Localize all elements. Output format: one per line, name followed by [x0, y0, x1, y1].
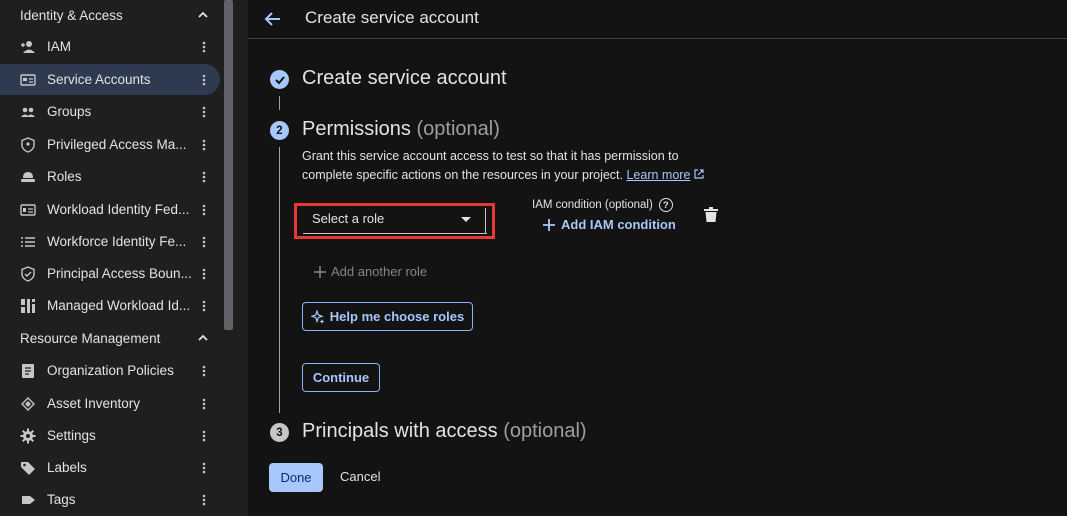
sidebar-item-groups[interactable]: Groups — [4, 96, 220, 127]
more-vert-icon[interactable] — [194, 458, 214, 478]
more-vert-icon[interactable] — [194, 102, 214, 122]
asset-icon — [20, 396, 36, 412]
step-3-number: 3 — [270, 423, 289, 442]
plus-icon — [314, 265, 326, 278]
step-connector — [279, 147, 280, 413]
help-icon[interactable]: ? — [658, 198, 673, 212]
more-vert-icon[interactable] — [194, 394, 214, 414]
cancel-button[interactable]: Cancel — [340, 469, 380, 484]
person-add-icon — [20, 39, 36, 55]
more-vert-icon[interactable] — [194, 426, 214, 446]
sidebar-item-privileged-access[interactable]: Privileged Access Ma... — [4, 129, 220, 160]
external-link-icon — [694, 169, 704, 179]
step-2-title: Permissions (optional) — [302, 118, 500, 140]
gear-icon — [20, 428, 36, 444]
add-iam-condition-button[interactable]: Add IAM condition — [543, 217, 676, 232]
delete-icon[interactable] — [704, 207, 718, 223]
sidebar-scrollbar[interactable] — [224, 0, 233, 330]
more-vert-icon[interactable] — [194, 361, 214, 381]
step-3-title[interactable]: Principals with access (optional) — [302, 420, 587, 443]
step-1-check — [270, 70, 289, 89]
groups-icon — [20, 104, 36, 120]
sparkle-icon — [310, 309, 325, 324]
more-vert-icon[interactable] — [194, 490, 214, 510]
more-vert-icon[interactable] — [194, 135, 214, 155]
section-title: Resource Management — [20, 330, 161, 346]
sidebar-item-roles[interactable]: Roles — [4, 161, 220, 192]
managed-workload-icon — [20, 298, 36, 314]
section-identity-access[interactable]: Identity & Access — [0, 0, 222, 30]
step-2-number: 2 — [270, 121, 289, 140]
sidebar-item-managed-workload-identity[interactable]: Managed Workload Id... — [4, 290, 220, 321]
sidebar-item-organization-policies[interactable]: Organization Policies — [4, 355, 220, 386]
sidebar-item-settings[interactable]: Settings — [4, 420, 220, 451]
list-icon — [20, 234, 36, 250]
learn-more-link[interactable]: Learn more — [626, 168, 690, 182]
sidebar-item-principal-access-boundary[interactable]: Principal Access Boun... — [4, 258, 220, 289]
sidebar-item-tags[interactable]: Tags — [4, 484, 220, 515]
check-icon — [274, 75, 285, 84]
more-vert-icon[interactable] — [194, 232, 214, 252]
service-account-icon — [20, 72, 36, 88]
continue-button[interactable]: Continue — [302, 363, 380, 392]
done-button[interactable]: Done — [269, 463, 323, 492]
page-title: Create service account — [305, 8, 479, 27]
step-1-title[interactable]: Create service account — [302, 67, 507, 90]
chevron-up-icon — [198, 11, 208, 18]
sidebar-item-iam[interactable]: IAM — [4, 31, 220, 62]
shield-icon — [20, 136, 36, 153]
help-me-choose-roles-button[interactable]: Help me choose roles — [302, 302, 473, 331]
more-vert-icon[interactable] — [194, 264, 214, 284]
more-vert-icon[interactable] — [194, 70, 214, 90]
permissions-description: Grant this service account access to tes… — [302, 147, 722, 185]
boundary-icon — [20, 265, 36, 282]
chevron-up-icon — [198, 334, 208, 341]
add-another-role-button[interactable]: Add another role — [314, 264, 427, 279]
sidebar: Identity & Access IAM Service Accounts G… — [0, 0, 233, 516]
sidebar-item-workforce-identity[interactable]: Workforce Identity Fe... — [4, 226, 220, 257]
section-resource-management[interactable]: Resource Management — [0, 323, 222, 353]
policy-icon — [20, 363, 36, 379]
sidebar-item-asset-inventory[interactable]: Asset Inventory — [4, 388, 220, 419]
sidebar-item-workload-identity[interactable]: Workload Identity Fed... — [4, 194, 220, 225]
sidebar-item-labels[interactable]: Labels — [4, 452, 220, 483]
more-vert-icon[interactable] — [194, 167, 214, 187]
step-connector — [279, 96, 280, 110]
more-vert-icon[interactable] — [194, 200, 214, 220]
roles-icon — [20, 169, 36, 185]
main-content: Create service account Create service ac… — [248, 0, 1067, 516]
more-vert-icon[interactable] — [194, 37, 214, 57]
highlight-box — [294, 203, 495, 239]
top-bar: Create service account — [248, 0, 1067, 39]
back-arrow-icon[interactable] — [262, 8, 284, 30]
label-icon — [20, 460, 36, 476]
iam-condition-label: IAM condition (optional) ? — [532, 198, 673, 212]
plus-icon — [543, 218, 555, 231]
more-vert-icon[interactable] — [194, 296, 214, 316]
workload-identity-icon — [20, 202, 36, 218]
tag-icon — [20, 492, 36, 508]
section-title: Identity & Access — [20, 7, 123, 23]
sidebar-item-service-accounts[interactable]: Service Accounts — [0, 64, 220, 95]
